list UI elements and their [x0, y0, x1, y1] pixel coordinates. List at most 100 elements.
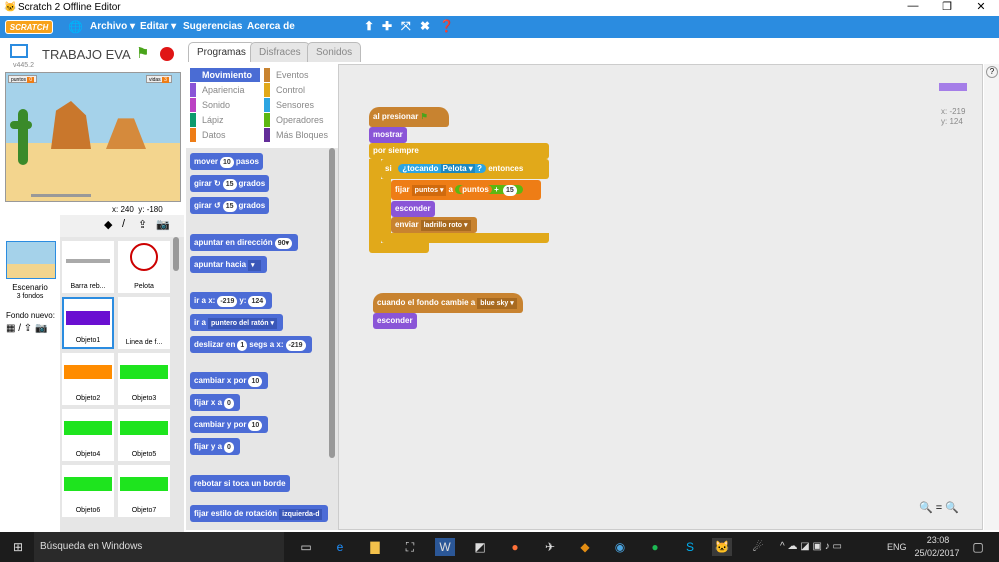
firefox-icon[interactable]: ●	[505, 538, 525, 556]
block-change-x[interactable]: cambiar x por 10	[190, 372, 269, 389]
sprite-tile-objeto1-selected[interactable]: Objeto1	[62, 297, 114, 349]
backdrop-tools-icon[interactable]: ▦ / ⇪ 📷	[6, 323, 47, 334]
minimize-button[interactable]: —	[898, 0, 928, 12]
zoom-controls[interactable]: 🔍 = 🔍	[919, 501, 959, 514]
block-if[interactable]: si ¿tocando Pelota ▾ ? entonces	[381, 159, 549, 179]
clock-date[interactable]: 25/02/2017	[912, 548, 962, 558]
menu-editar[interactable]: Editar ▾	[140, 21, 176, 32]
block-point-towards[interactable]: apuntar hacia ▾	[190, 256, 268, 273]
task-view-icon[interactable]: ▭	[296, 538, 316, 556]
sprite-tile-objeto5[interactable]: Objeto5	[118, 409, 170, 461]
menu-acerca[interactable]: Acerca de	[247, 21, 295, 32]
spotify-icon[interactable]: ●	[645, 538, 665, 556]
block-bounce[interactable]: rebotar si toca un borde	[190, 475, 290, 492]
store-icon[interactable]: ⛶	[400, 538, 420, 556]
category-sonido[interactable]: Sonido	[190, 98, 260, 112]
paddle-sprite[interactable]	[31, 194, 91, 197]
maximize-button[interactable]: ❐	[932, 0, 962, 13]
close-button[interactable]: ✕	[966, 0, 996, 13]
skype-icon[interactable]: S	[680, 538, 700, 556]
block-turn-left[interactable]: girar ↺ 15 grados	[190, 197, 270, 214]
green-flag-icon[interactable]: ⚑	[136, 44, 149, 62]
block-turn-right[interactable]: girar ↻ 15 grados	[190, 175, 270, 192]
upload-sprite-icon[interactable]: ⇪	[138, 218, 147, 231]
sensing-touching[interactable]: ¿tocando Pelota ▾ ?	[398, 164, 486, 173]
choose-sprite-icon[interactable]: ◆	[104, 218, 112, 231]
sprite-tile-objeto7[interactable]: Objeto7	[118, 465, 170, 517]
sprite-tile-linea[interactable]: Linea de f...	[118, 297, 170, 349]
folder-icon[interactable]: ▇	[365, 538, 385, 556]
edge-icon[interactable]: e	[330, 538, 350, 556]
tray-icons[interactable]: ^ ☁ ◪ ▣ ♪ ▭	[780, 541, 842, 552]
app-icon-1[interactable]: ◩	[470, 538, 490, 556]
block-point-direction[interactable]: apuntar en dirección 90▾	[190, 234, 298, 251]
grow-icon[interactable]: ⤧	[401, 19, 411, 34]
stage-thumbnail[interactable]	[6, 241, 56, 279]
stop-icon[interactable]	[160, 47, 174, 61]
hat-when-flag[interactable]: al presionar ⚑	[369, 107, 449, 127]
category-datos[interactable]: Datos	[190, 128, 260, 142]
app-icon-5[interactable]: ☄	[748, 538, 768, 556]
menu-sugerencias[interactable]: Sugerencias	[183, 21, 242, 32]
palette-scrollbar[interactable]	[329, 148, 335, 458]
menu-archivo[interactable]: Archivo ▾	[90, 21, 135, 32]
block-goto[interactable]: ir a puntero del ratón ▾	[190, 314, 284, 331]
hat-when-backdrop[interactable]: cuando el fondo cambie a blue sky ▾	[373, 293, 523, 313]
app-icon-4[interactable]: ◉	[610, 538, 630, 556]
sprite-tile-barra[interactable]: Barra reb...	[62, 241, 114, 293]
sprite-tile-pelota[interactable]: Pelota	[118, 241, 170, 293]
project-title[interactable]: TRABAJO EVA	[42, 47, 131, 62]
paint-sprite-icon[interactable]: /	[122, 218, 125, 230]
block-change-y[interactable]: cambiar y por 10	[190, 416, 269, 433]
block-set-x[interactable]: fijar x a0	[190, 394, 240, 411]
cut-icon[interactable]: ✚	[382, 19, 392, 33]
notification-icon[interactable]: ▢	[968, 538, 988, 556]
category-operadores[interactable]: Operadores	[264, 113, 334, 127]
category-movimiento[interactable]: Movimiento	[190, 68, 260, 82]
block-set-y[interactable]: fijar y a0	[190, 438, 240, 455]
sprite-tile-objeto3[interactable]: Objeto3	[118, 353, 170, 405]
category-sensores[interactable]: Sensores	[264, 98, 334, 112]
block-set-var[interactable]: fijar puntos ▾ a puntos + 15	[391, 180, 541, 200]
sprite-tile-objeto4[interactable]: Objeto4	[62, 409, 114, 461]
fullscreen-icon[interactable]	[10, 44, 28, 58]
sprite-tile-objeto6[interactable]: Objeto6	[62, 465, 114, 517]
help-icon[interactable]: ❓	[439, 19, 454, 33]
help-icon[interactable]: ?	[986, 66, 998, 78]
brick-thumb	[120, 365, 168, 379]
globe-icon[interactable]: 🌐	[68, 20, 83, 34]
category-mas-bloques[interactable]: Más Bloques	[264, 128, 334, 142]
category-lapiz[interactable]: Lápiz	[190, 113, 260, 127]
start-icon[interactable]: ⊞	[8, 538, 28, 556]
category-control[interactable]: Control	[264, 83, 334, 97]
clock-time[interactable]: 23:08	[918, 535, 958, 545]
camera-icon[interactable]: 📷	[156, 218, 170, 231]
category-eventos[interactable]: Eventos	[264, 68, 334, 82]
block-rotation-style[interactable]: fijar estilo de rotación izquierda-d	[190, 505, 329, 522]
block-show[interactable]: mostrar	[369, 127, 407, 143]
stage-canvas[interactable]: puntos 0 vidas 3	[5, 72, 181, 202]
sprite-tile-objeto2[interactable]: Objeto2	[62, 353, 114, 405]
block-move-steps[interactable]: mover 10 pasos	[190, 153, 263, 170]
tab-programas[interactable]: Programas	[188, 42, 255, 62]
block-hide[interactable]: esconder	[391, 201, 435, 217]
shrink-icon[interactable]: ✖	[420, 19, 430, 33]
scratch-task-icon[interactable]: 🐱	[712, 538, 732, 556]
stamp-icon[interactable]: ⬆	[364, 19, 374, 33]
language-indicator[interactable]: ENG	[887, 542, 907, 552]
block-glide[interactable]: deslizar en 1 segs a x: -219	[190, 336, 312, 353]
app-icon-2[interactable]: ✈	[540, 538, 560, 556]
block-forever[interactable]: por siempre	[369, 143, 549, 159]
sprite-preview	[939, 83, 967, 91]
block-broadcast[interactable]: enviar ladrillo roto ▾	[391, 217, 477, 233]
sprite-scrollbar[interactable]	[173, 237, 179, 271]
block-goto-xy[interactable]: ir a x: -219 y: 124	[190, 292, 273, 309]
block-hide-2[interactable]: esconder	[373, 313, 417, 329]
app-icon-3[interactable]: ◆	[575, 538, 595, 556]
word-icon[interactable]: W	[435, 538, 455, 556]
tab-disfraces[interactable]: Disfraces	[250, 42, 310, 62]
category-apariencia[interactable]: Apariencia	[190, 83, 260, 97]
tab-sonidos[interactable]: Sonidos	[307, 42, 362, 62]
script-area[interactable]: x: -219 y: 124 al presionar ⚑ mostrar po…	[338, 64, 983, 530]
op-add[interactable]: puntos + 15	[455, 185, 523, 196]
